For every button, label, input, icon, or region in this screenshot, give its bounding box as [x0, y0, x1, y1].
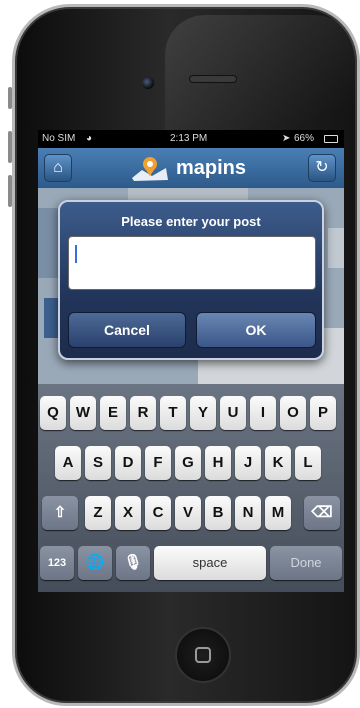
key-n[interactable]: N — [235, 496, 261, 530]
home-button-square-icon — [195, 647, 211, 663]
key-y[interactable]: Y — [190, 396, 216, 430]
key-s[interactable]: S — [85, 446, 111, 480]
carrier-label: No SIM — [42, 133, 76, 144]
key-g[interactable]: G — [175, 446, 201, 480]
microphone-icon: 🎙 — [123, 554, 143, 571]
post-input-dialog: Please enter your post Cancel OK — [58, 200, 324, 360]
earpiece-speaker — [189, 75, 237, 83]
key-b[interactable]: B — [205, 496, 231, 530]
key-z[interactable]: Z — [85, 496, 111, 530]
status-bar: No SIM ◕ 2:13 PM ➤ 66% — [38, 130, 344, 148]
key-c[interactable]: C — [145, 496, 171, 530]
mute-switch — [8, 87, 12, 109]
key-i[interactable]: I — [250, 396, 276, 430]
key-u[interactable]: U — [220, 396, 246, 430]
shift-arrow-icon: ⇧ — [53, 504, 67, 521]
key-l[interactable]: L — [295, 446, 321, 480]
cancel-button[interactable]: Cancel — [68, 312, 186, 348]
key-k[interactable]: K — [265, 446, 291, 480]
wifi-icon: ◕ — [86, 133, 93, 144]
onscreen-keyboard: Q W E R T Y U I O P A S D F G H J K L ⇧ … — [38, 384, 344, 592]
dialog-title: Please enter your post — [121, 214, 261, 229]
key-r[interactable]: R — [130, 396, 156, 430]
numbers-key[interactable]: 123 — [40, 546, 74, 580]
done-key[interactable]: Done — [270, 546, 342, 580]
volume-up-button — [8, 131, 12, 163]
key-p[interactable]: P — [310, 396, 336, 430]
home-button[interactable] — [175, 627, 231, 683]
key-a[interactable]: A — [55, 446, 81, 480]
app-name: mapins — [176, 157, 247, 179]
key-x[interactable]: X — [115, 496, 141, 530]
key-v[interactable]: V — [175, 496, 201, 530]
space-key[interactable]: space — [154, 546, 266, 580]
ok-button[interactable]: OK — [196, 312, 316, 348]
refresh-icon[interactable]: ↻ — [308, 154, 336, 182]
post-text-input[interactable] — [68, 236, 316, 290]
battery-percent: 66% — [294, 133, 315, 144]
globe-icon: 🌐 — [85, 554, 105, 571]
front-camera — [142, 77, 154, 89]
phone-screen: No SIM ◕ 2:13 PM ➤ 66% ⌂ mapins ↻ Please… — [38, 130, 344, 592]
key-e[interactable]: E — [100, 396, 126, 430]
text-cursor — [75, 245, 77, 263]
key-o[interactable]: O — [280, 396, 306, 430]
key-f[interactable]: F — [145, 446, 171, 480]
volume-down-button — [8, 175, 12, 207]
dictation-key[interactable]: 🎙 — [116, 546, 150, 580]
backspace-icon: ⌫ — [311, 504, 333, 521]
battery-icon — [324, 135, 338, 143]
key-t[interactable]: T — [160, 396, 186, 430]
key-d[interactable]: D — [115, 446, 141, 480]
backspace-key[interactable]: ⌫ — [304, 496, 340, 530]
map-pin-logo-icon — [132, 157, 168, 181]
shift-key[interactable]: ⇧ — [42, 496, 78, 530]
key-h[interactable]: H — [205, 446, 231, 480]
map-tile — [328, 228, 344, 268]
location-icon: ➤ — [282, 133, 291, 144]
key-w[interactable]: W — [70, 396, 96, 430]
key-q[interactable]: Q — [40, 396, 66, 430]
key-m[interactable]: M — [265, 496, 291, 530]
app-navbar: ⌂ mapins ↻ — [38, 148, 344, 188]
globe-key[interactable]: 🌐 — [78, 546, 112, 580]
clock: 2:13 PM — [170, 133, 208, 144]
app-logo: mapins — [130, 154, 246, 182]
home-icon[interactable]: ⌂ — [44, 154, 72, 182]
key-j[interactable]: J — [235, 446, 261, 480]
